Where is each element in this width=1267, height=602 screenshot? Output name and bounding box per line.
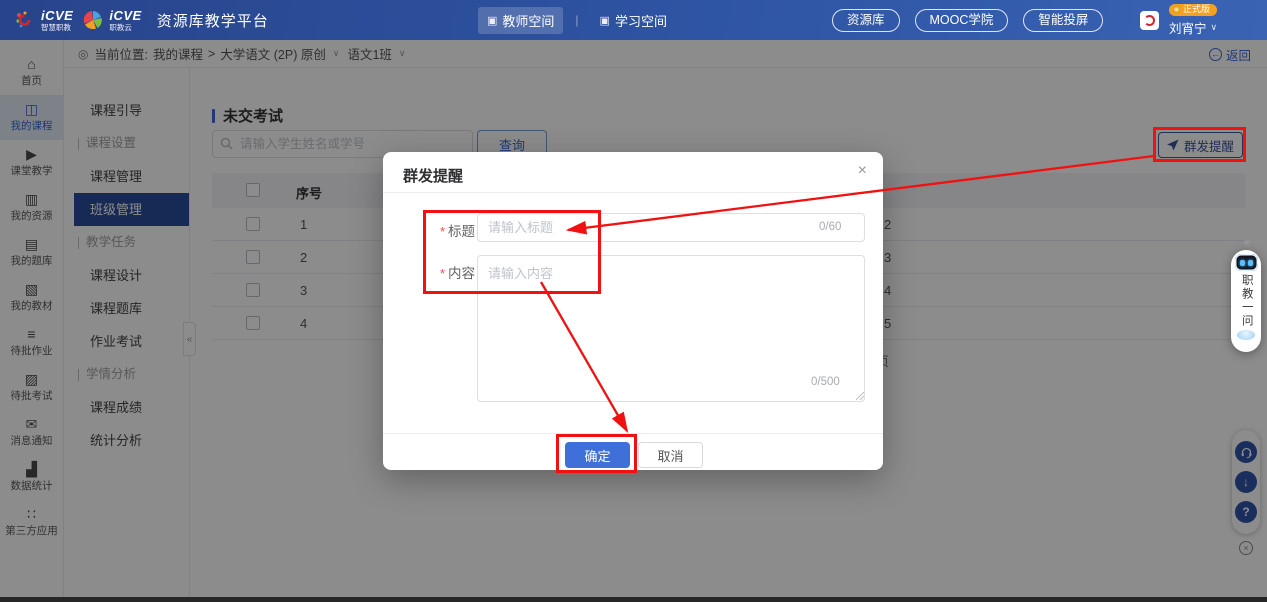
reminder-content-textarea[interactable] — [477, 255, 865, 402]
zhijiaoyun-logo-icon — [82, 9, 104, 31]
logo-icve-zhijiaoyun: iCVE 职教云 — [82, 9, 141, 32]
modal-close-button[interactable]: × — [858, 163, 867, 179]
teacher-space-label: 教师空间 — [502, 11, 554, 30]
user-menu[interactable]: 刘宵宁 ∨ — [1169, 18, 1217, 37]
chevron-down-icon: ∨ — [1211, 22, 1218, 33]
medal-icon — [1173, 6, 1180, 13]
nav-separator: | — [575, 13, 578, 27]
user-area: 正式版 刘宵宁 ∨ — [1140, 0, 1217, 40]
assistant-widget[interactable]: 职教一问 — [1231, 250, 1261, 352]
brand-group: iCVE 智慧职教 iCVE 职教云 资源库教学平台 — [14, 0, 269, 40]
confirm-button[interactable]: 确定 — [565, 442, 630, 468]
bottom-edge-strip — [0, 597, 1267, 602]
required-mark: * — [440, 266, 445, 281]
top-navbar: iCVE 智慧职教 iCVE 职教云 资源库教学平台 ▣ — [0, 0, 1267, 40]
app-root: iCVE 智慧职教 iCVE 职教云 资源库教学平台 ▣ — [0, 0, 1267, 602]
required-mark: * — [440, 224, 445, 239]
modal-title: 群发提醒 — [403, 165, 463, 186]
icve-logo-icon — [14, 9, 36, 31]
user-name: 刘宵宁 — [1169, 18, 1207, 37]
version-badge-label: 正式版 — [1183, 5, 1210, 14]
brand2-sub: 职教云 — [109, 24, 141, 32]
sparkle-icon: ✳ — [1243, 238, 1251, 249]
logo-icve-zhihui: iCVE 智慧职教 — [14, 9, 73, 32]
robot-eye — [1248, 260, 1253, 266]
platform-title: 资源库教学平台 — [157, 10, 269, 31]
student-space-icon: ▣ — [600, 14, 610, 27]
resource-library-button[interactable]: 资源库 — [832, 9, 900, 32]
title-char-counter: 0/60 — [819, 221, 841, 233]
cancel-button[interactable]: 取消 — [638, 442, 703, 468]
tab-teacher-space[interactable]: ▣ 教师空间 — [478, 7, 563, 34]
robot-eye — [1240, 260, 1245, 266]
space-switcher: ▣ 教师空间 | ▣ 学习空间 — [478, 0, 676, 40]
mooc-college-button[interactable]: MOOC学院 — [915, 9, 1009, 32]
brand2-name: iCVE — [109, 9, 141, 22]
content-field-label: *内容 — [429, 262, 475, 282]
header-links: 资源库 MOOC学院 智能投屏 — [832, 0, 1103, 40]
reminder-title-input[interactable] — [477, 213, 865, 242]
student-space-label: 学习空间 — [615, 11, 667, 30]
version-badge: 正式版 — [1169, 4, 1217, 16]
avatar-logo-icon — [1144, 15, 1155, 26]
water-decoration — [1237, 330, 1255, 340]
resize-handle[interactable] — [856, 392, 864, 400]
content-char-counter: 0/500 — [811, 376, 840, 388]
modal-footer-divider — [383, 433, 883, 434]
assistant-label: 职教一问 — [1240, 274, 1252, 328]
title-field-label: *标题 — [429, 220, 475, 240]
brand1-name: iCVE — [41, 9, 73, 22]
mass-reminder-modal: 群发提醒 × *标题 0/60 *内容 0/500 确定 取消 — [383, 152, 883, 470]
modal-header-divider — [383, 192, 883, 193]
brand1-sub: 智慧职教 — [41, 24, 73, 32]
tab-student-space[interactable]: ▣ 学习空间 — [591, 7, 676, 34]
smart-cast-button[interactable]: 智能投屏 — [1023, 9, 1103, 32]
robot-icon — [1235, 254, 1258, 271]
avatar[interactable] — [1140, 11, 1159, 30]
teacher-space-icon: ▣ — [487, 14, 497, 27]
